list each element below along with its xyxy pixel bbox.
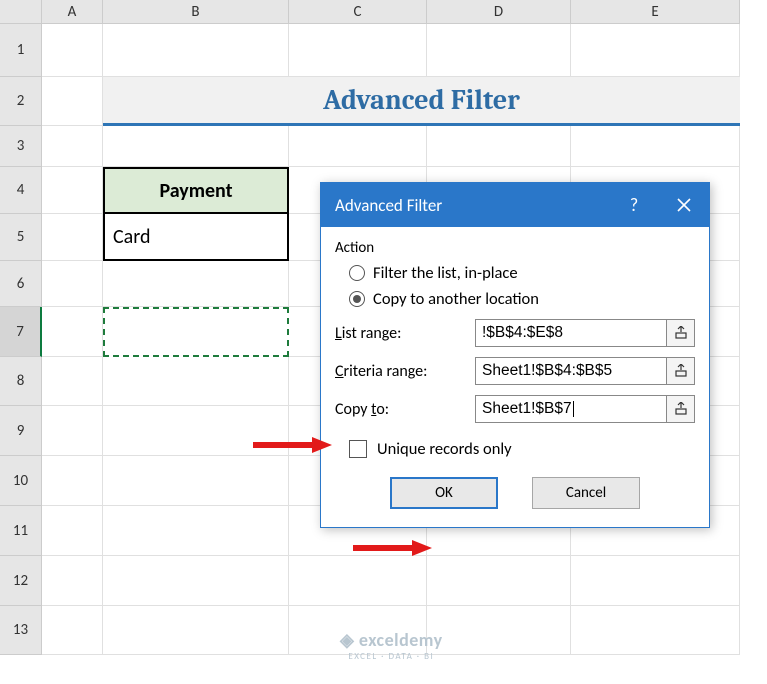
- cell-C3[interactable]: [289, 126, 427, 167]
- cell-A7[interactable]: [42, 307, 103, 357]
- col-header-A[interactable]: A: [42, 0, 103, 24]
- checkbox-icon: [349, 440, 367, 458]
- cell-C12[interactable]: [289, 556, 427, 606]
- row-header-6[interactable]: 6: [0, 261, 42, 307]
- cell-B3[interactable]: [103, 126, 289, 167]
- cell-B8[interactable]: [103, 357, 289, 406]
- cancel-button[interactable]: Cancel: [532, 477, 640, 509]
- column-headers: ABCDE: [0, 0, 767, 24]
- cell-A5[interactable]: [42, 214, 103, 261]
- radio-copy-to-location[interactable]: Copy to another location: [349, 289, 695, 309]
- collapse-icon: [674, 364, 688, 378]
- cell-E1[interactable]: [571, 24, 740, 77]
- copy-to-input[interactable]: Sheet1!$B$7: [475, 395, 667, 423]
- cell-A3[interactable]: [42, 126, 103, 167]
- collapse-icon: [674, 326, 688, 340]
- collapse-dialog-button[interactable]: [667, 395, 695, 423]
- row-header-11[interactable]: 11: [0, 506, 42, 556]
- close-icon: [676, 197, 692, 213]
- radio-label: Filter the list, in-place: [373, 263, 518, 283]
- help-button[interactable]: ?: [609, 183, 659, 227]
- table-header-payment[interactable]: Payment: [103, 167, 289, 214]
- collapse-icon: [674, 402, 688, 416]
- arrow-annotation: [350, 538, 432, 558]
- cell-A12[interactable]: [42, 556, 103, 606]
- watermark: ◈ exceldemy EXCEL · DATA · BI: [340, 629, 443, 662]
- collapse-dialog-button[interactable]: [667, 319, 695, 347]
- row-header-8[interactable]: 8: [0, 357, 42, 406]
- cell-D12[interactable]: [427, 556, 571, 606]
- close-button[interactable]: [659, 183, 709, 227]
- cell-A9[interactable]: [42, 406, 103, 456]
- cell-D3[interactable]: [427, 126, 571, 167]
- radio-icon: [349, 265, 365, 281]
- row-header-12[interactable]: 12: [0, 556, 42, 606]
- criteria-range-label: Criteria range:: [335, 362, 475, 381]
- copy-to-label: Copy to:: [335, 400, 475, 419]
- cell-B11[interactable]: [103, 506, 289, 556]
- criteria-range-input[interactable]: Sheet1!$B$4:$B$5: [475, 357, 667, 385]
- action-group-label: Action: [335, 239, 695, 257]
- cell-D13[interactable]: [427, 606, 571, 655]
- cell-A6[interactable]: [42, 261, 103, 307]
- list-range-label: List range:: [335, 324, 475, 343]
- cell-B6[interactable]: [103, 261, 289, 307]
- cell-A1[interactable]: [42, 24, 103, 77]
- radio-icon: [349, 291, 365, 307]
- unique-records-checkbox[interactable]: Unique records only: [349, 439, 695, 459]
- col-header-B[interactable]: B: [103, 0, 289, 24]
- criteria-range-row: Criteria range: Sheet1!$B$4:$B$5: [335, 357, 695, 385]
- collapse-dialog-button[interactable]: [667, 357, 695, 385]
- list-range-row: List range: !$B$4:$E$8: [335, 319, 695, 347]
- destination-selection[interactable]: [103, 307, 289, 357]
- row-header-4[interactable]: 4: [0, 167, 42, 214]
- ok-button[interactable]: OK: [390, 477, 498, 509]
- list-range-input[interactable]: !$B$4:$E$8: [475, 319, 667, 347]
- dialog-title: Advanced Filter: [335, 195, 609, 216]
- select-all-corner[interactable]: [0, 0, 42, 24]
- cell-C1[interactable]: [289, 24, 427, 77]
- row-header-3[interactable]: 3: [0, 126, 42, 167]
- radio-label: Copy to another location: [373, 289, 539, 309]
- cell-A13[interactable]: [42, 606, 103, 655]
- table-cell-payment-value[interactable]: Card: [103, 214, 289, 261]
- arrow-annotation: [250, 435, 332, 455]
- advanced-filter-dialog: Advanced Filter ? Action Filter the list…: [320, 182, 710, 528]
- cell-A11[interactable]: [42, 506, 103, 556]
- row-header-13[interactable]: 13: [0, 606, 42, 655]
- row-header-10[interactable]: 10: [0, 456, 42, 506]
- col-header-D[interactable]: D: [427, 0, 571, 24]
- cell-D1[interactable]: [427, 24, 571, 77]
- cell-E12[interactable]: [571, 556, 740, 606]
- radio-filter-in-place[interactable]: Filter the list, in-place: [349, 263, 695, 283]
- row-header-9[interactable]: 9: [0, 406, 42, 456]
- cell-A2[interactable]: [42, 77, 103, 126]
- row-headers: 12345678910111213: [0, 24, 42, 655]
- cell-A10[interactable]: [42, 456, 103, 506]
- cell-B10[interactable]: [103, 456, 289, 506]
- sheet-title: Advanced Filter: [103, 77, 740, 126]
- cell-B13[interactable]: [103, 606, 289, 655]
- cell-E3[interactable]: [571, 126, 740, 167]
- dialog-titlebar[interactable]: Advanced Filter ?: [321, 183, 709, 227]
- cell-A4[interactable]: [42, 167, 103, 214]
- row-header-1[interactable]: 1: [0, 24, 42, 77]
- row-header-2[interactable]: 2: [0, 77, 42, 126]
- dialog-buttons: OK Cancel: [335, 477, 695, 509]
- cell-E13[interactable]: [571, 606, 740, 655]
- col-header-E[interactable]: E: [571, 0, 740, 24]
- row-header-7[interactable]: 7: [0, 307, 42, 357]
- copy-to-row: Copy to: Sheet1!$B$7: [335, 395, 695, 423]
- checkbox-label: Unique records only: [377, 439, 512, 459]
- cell-B12[interactable]: [103, 556, 289, 606]
- cell-B1[interactable]: [103, 24, 289, 77]
- row-header-5[interactable]: 5: [0, 214, 42, 261]
- col-header-C[interactable]: C: [289, 0, 427, 24]
- cell-A8[interactable]: [42, 357, 103, 406]
